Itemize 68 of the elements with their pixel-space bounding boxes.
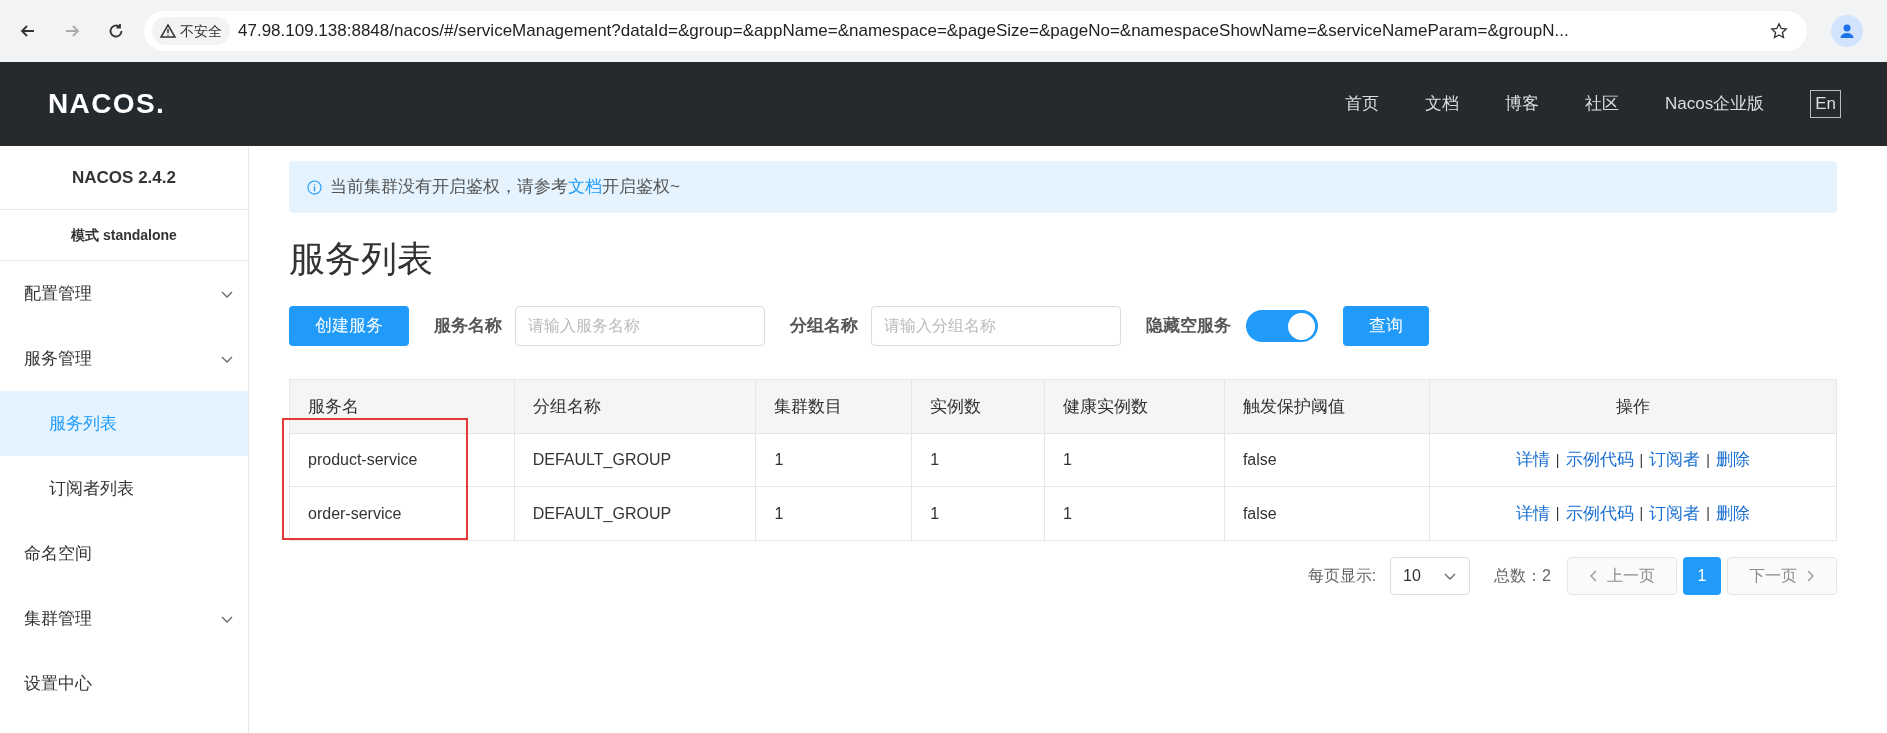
table-cell: 1 xyxy=(912,434,1046,486)
nav-link[interactable]: 社区 xyxy=(1585,91,1619,117)
menu-item[interactable]: 配置管理 xyxy=(0,261,248,326)
menu-item[interactable]: 集群管理 xyxy=(0,586,248,651)
url-text: 47.98.109.138:8848/nacos/#/serviceManagement?dataId=&group=&appName=&namespace=&pageSize=&pageNo=&namespaceShowName=&serviceNameParam=&groupN... xyxy=(238,20,1570,43)
column-header: 服务名 xyxy=(290,380,515,433)
mode-text: 模式 standalone xyxy=(0,210,248,261)
table-cell: product-service xyxy=(290,434,515,486)
version-text: NACOS 2.4.2 xyxy=(0,146,248,210)
table-cell: 1 xyxy=(756,487,913,540)
separator-text: | xyxy=(1706,504,1710,523)
table-cell: DEFAULT_GROUP xyxy=(514,487,757,540)
table-cell: DEFAULT_GROUP xyxy=(514,434,757,486)
action-link[interactable]: 示例代码 xyxy=(1565,447,1634,473)
column-header: 健康实例数 xyxy=(1045,380,1225,433)
table-cell: 1 xyxy=(756,434,913,486)
total-count: 总数：2 xyxy=(1494,566,1551,586)
separator-text: | xyxy=(1639,450,1644,470)
table-cell: false xyxy=(1224,434,1430,486)
field-label: 服务名称 xyxy=(434,315,502,338)
action-link[interactable]: 订阅者 xyxy=(1649,500,1701,527)
info-icon xyxy=(307,179,322,195)
address-bar[interactable]: 不安全 47.98.109.138:8848/nacos/#/serviceManagement?dataId=&group=&appName=&namespace=&pageSize=&pageNo=&namespaceShowName=&serviceNameParam=&groupN... xyxy=(144,11,1807,51)
profile-icon[interactable] xyxy=(1831,15,1863,47)
action-link[interactable]: 删除 xyxy=(1715,500,1750,527)
security-label[interactable]: 不安全 xyxy=(152,17,230,45)
action-link[interactable]: 详情 xyxy=(1515,447,1550,473)
notice-text: 当前集群没有开启鉴权，请参考文档开启鉴权~ xyxy=(330,176,680,199)
column-header: 操作 xyxy=(1614,395,1651,418)
separator-text: | xyxy=(1639,504,1644,523)
table-cell: 1 xyxy=(1045,487,1225,540)
language-button[interactable]: En xyxy=(1810,90,1841,118)
menu-item[interactable]: 命名空间 xyxy=(0,521,248,586)
menu-item[interactable]: 服务管理 xyxy=(0,326,248,391)
chevron-right-icon xyxy=(1805,569,1815,583)
separator-text: | xyxy=(1555,450,1560,470)
toggle-switch[interactable] xyxy=(1246,310,1318,342)
separator-text: | xyxy=(1706,450,1710,470)
menu-item[interactable]: 设置中心 xyxy=(0,651,248,716)
column-header: 分组名称 xyxy=(514,380,757,433)
service-name-field[interactable]: 请输入服务名称 xyxy=(515,306,765,346)
table-cell: order-service xyxy=(290,487,515,540)
column-header: 集群数目 xyxy=(756,380,913,433)
separator-text: | xyxy=(1555,504,1560,523)
column-header: 触发保护阈值 xyxy=(1224,380,1430,433)
chevron-left-icon xyxy=(1589,569,1599,583)
action-link[interactable]: 删除 xyxy=(1715,447,1750,473)
action-link[interactable]: 示例代码 xyxy=(1565,500,1634,527)
table-cell: 1 xyxy=(1045,434,1225,486)
nav-link[interactable]: Nacos企业版 xyxy=(1665,91,1765,117)
table-cell: false xyxy=(1224,487,1430,540)
action-link[interactable]: 订阅者 xyxy=(1649,447,1701,473)
field-label: 分组名称 xyxy=(790,315,858,338)
reload-icon xyxy=(107,22,125,40)
warning-icon xyxy=(160,23,176,39)
page-title: 服务列表 xyxy=(289,237,434,281)
page-size-select[interactable]: 10 xyxy=(1390,557,1471,595)
submenu-item[interactable]: 订阅者列表 xyxy=(0,456,248,521)
field-label: 隐藏空服务 xyxy=(1146,315,1231,338)
table-cell: 1 xyxy=(912,487,1046,540)
nav-link[interactable]: 文档 xyxy=(1425,91,1459,117)
page-size-label: 每页显示: xyxy=(1307,566,1377,586)
nav-link[interactable]: 博客 xyxy=(1505,91,1539,117)
action-link[interactable]: 详情 xyxy=(1515,500,1550,527)
nav-link[interactable]: 首页 xyxy=(1345,91,1379,117)
logo[interactable]: NACOS. xyxy=(48,83,166,125)
group-name-field[interactable]: 请输入分组名称 xyxy=(871,306,1121,346)
column-header: 实例数 xyxy=(912,380,1046,433)
